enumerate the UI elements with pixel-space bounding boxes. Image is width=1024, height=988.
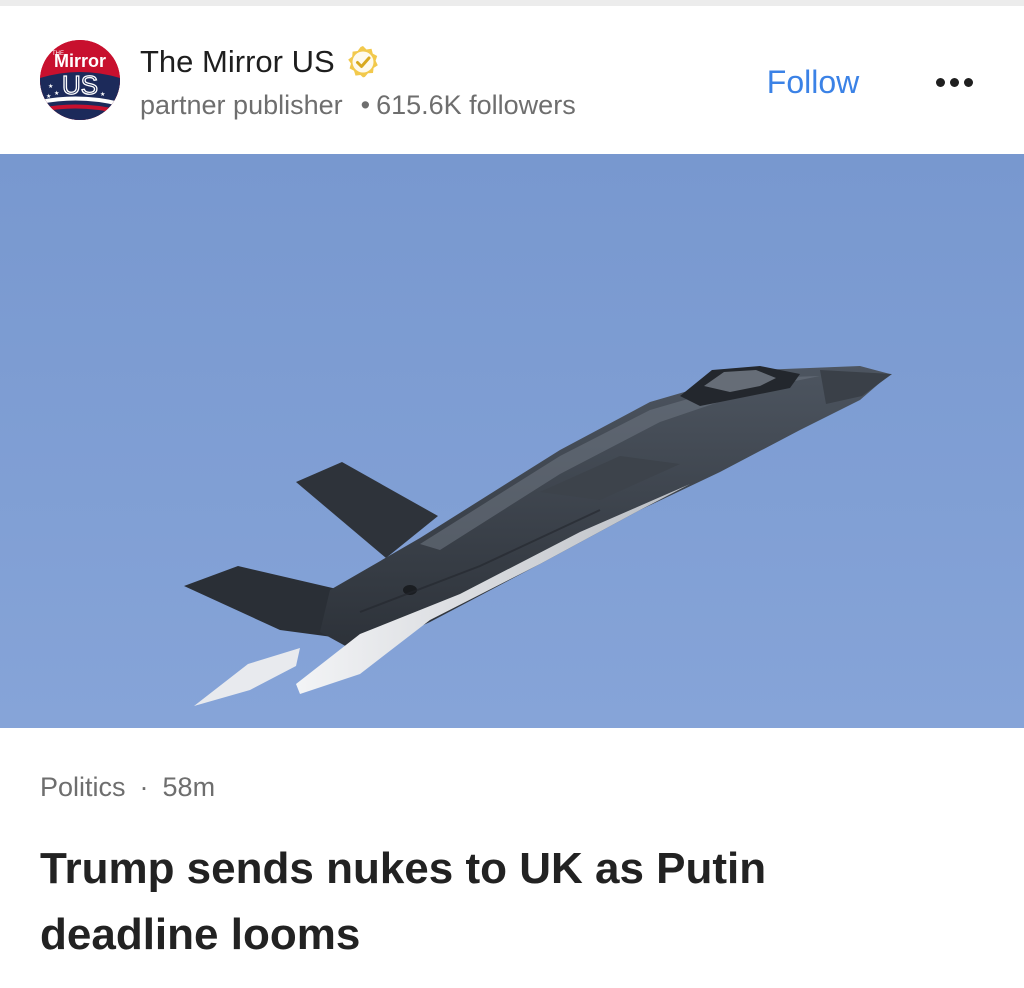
publisher-avatar[interactable]: ★ ★ ★ ★ THE Mirror US [40,40,120,120]
more-horizontal-icon-dot [949,77,959,87]
publisher-name[interactable]: The Mirror US [140,44,335,80]
svg-text:★: ★ [46,93,51,100]
meta-separator: • [360,90,371,120]
article-age: 58m [162,772,216,802]
mirror-logo-icon: ★ ★ ★ ★ THE Mirror US [40,40,120,120]
publisher-role: partner publisher [140,90,343,120]
article-headline[interactable]: Trump sends nukes to UK as Putin deadlin… [40,836,940,968]
follow-button[interactable]: Follow [740,58,886,106]
svg-text:★: ★ [100,91,105,98]
article-hero-image[interactable] [0,154,1024,728]
publisher-header: ★ ★ ★ ★ THE Mirror US The Mirror US part… [0,6,1024,154]
follower-count: 615.6K followers [376,90,576,120]
more-options-button[interactable] [924,62,984,102]
logo-text-main: Mirror [54,51,106,71]
article-category[interactable]: Politics [40,772,126,802]
publisher-name-row: The Mirror US [140,42,381,82]
fighter-jet-photo [0,154,1024,728]
more-horizontal-icon-dot [963,77,973,87]
svg-text:★: ★ [48,83,53,90]
more-horizontal-icon [935,77,945,87]
logo-text-sub: US [62,70,98,100]
meta-dot: · [139,772,149,802]
article-meta: Politics · 58m [40,772,215,803]
verified-badge-icon [347,46,378,78]
publisher-meta: partner publisher • 615.6K followers [140,90,576,121]
svg-text:★: ★ [54,90,59,97]
